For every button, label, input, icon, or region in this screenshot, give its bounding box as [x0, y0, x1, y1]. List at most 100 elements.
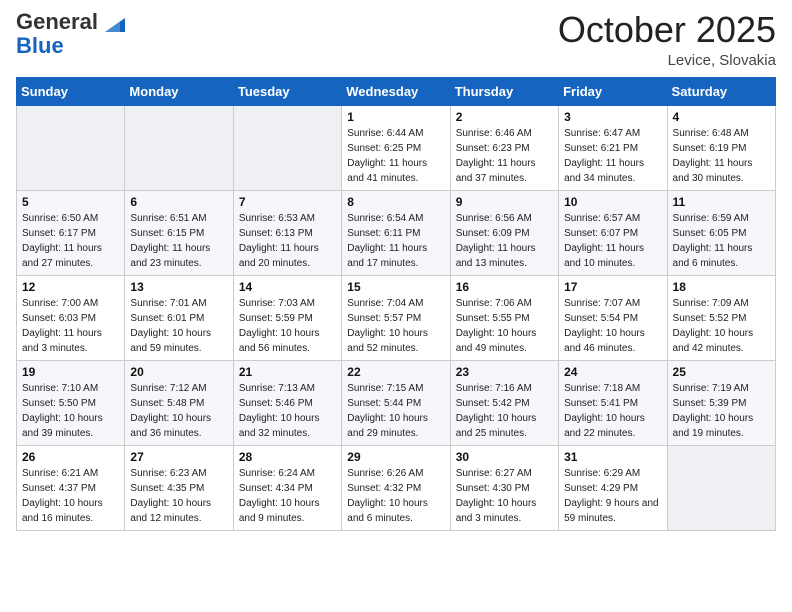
day-number: 27: [130, 450, 227, 464]
day-info: Sunrise: 6:23 AMSunset: 4:35 PMDaylight:…: [130, 466, 227, 526]
calendar-day-cell: 10 Sunrise: 6:57 AMSunset: 6:07 PMDayligh…: [559, 190, 667, 275]
day-number: 5: [22, 195, 119, 209]
calendar-day-cell: 1Sunrise: 6:44 AMSunset: 6:25 PMDaylight…: [342, 105, 450, 190]
calendar-day-cell: 30Sunrise: 6:27 AMSunset: 4:30 PMDayligh…: [450, 445, 558, 530]
page: General Blue October 2025 Levice, Slovak…: [0, 0, 792, 547]
day-number: 29: [347, 450, 444, 464]
day-number: 19: [22, 365, 119, 379]
day-info: Sunrise: 7:01 AMSunset: 6:01 PMDaylight:…: [130, 296, 227, 356]
calendar-day-cell: 4 Sunrise: 6:48 AMSunset: 6:19 PMDaylight…: [667, 105, 775, 190]
day-number: 30: [456, 450, 553, 464]
day-info: Sunrise: 6:53 AMSunset: 6:13 PMDaylight:…: [239, 211, 336, 271]
calendar-day-cell: 7 Sunrise: 6:53 AMSunset: 6:13 PMDaylight…: [233, 190, 341, 275]
calendar-day-cell: 5 Sunrise: 6:50 AMSunset: 6:17 PMDaylight…: [17, 190, 125, 275]
day-info: Sunrise: 6:48 AMSunset: 6:19 PMDaylight:…: [673, 126, 770, 186]
calendar-day-cell: 13 Sunrise: 7:01 AMSunset: 6:01 PMDayligh…: [125, 275, 233, 360]
calendar-day-cell: 18 Sunrise: 7:09 AMSunset: 5:52 PMDayligh…: [667, 275, 775, 360]
calendar-day-cell: 25 Sunrise: 7:19 AMSunset: 5:39 PMDayligh…: [667, 360, 775, 445]
day-number: 16: [456, 280, 553, 294]
day-number: 3: [564, 110, 661, 124]
day-info: Sunrise: 7:09 AMSunset: 5:52 PMDaylight:…: [673, 296, 770, 356]
calendar-day-cell: [125, 105, 233, 190]
day-info: Sunrise: 6:56 AMSunset: 6:09 PMDaylight:…: [456, 211, 553, 271]
calendar-body: 1Sunrise: 6:44 AMSunset: 6:25 PMDaylight…: [17, 105, 776, 530]
day-number: 1: [347, 110, 444, 124]
weekday-header: Saturday: [667, 77, 775, 105]
day-info: Sunrise: 7:16 AMSunset: 5:42 PMDaylight:…: [456, 381, 553, 441]
day-number: 14: [239, 280, 336, 294]
calendar-day-cell: [667, 445, 775, 530]
location: Levice, Slovakia: [558, 52, 776, 69]
day-number: 4: [673, 110, 770, 124]
month-title: October 2025: [558, 10, 776, 50]
calendar-day-cell: [17, 105, 125, 190]
day-number: 25: [673, 365, 770, 379]
calendar-day-cell: 22Sunrise: 7:15 AMSunset: 5:44 PMDayligh…: [342, 360, 450, 445]
calendar-day-cell: 9 Sunrise: 6:56 AMSunset: 6:09 PMDaylight…: [450, 190, 558, 275]
calendar-day-cell: 20Sunrise: 7:12 AMSunset: 5:48 PMDayligh…: [125, 360, 233, 445]
day-info: Sunrise: 6:59 AMSunset: 6:05 PMDaylight:…: [673, 211, 770, 271]
day-info: Sunrise: 6:24 AMSunset: 4:34 PMDaylight:…: [239, 466, 336, 526]
calendar-day-cell: 28 Sunrise: 6:24 AMSunset: 4:34 PMDayligh…: [233, 445, 341, 530]
calendar-day-cell: 26 Sunrise: 6:21 AMSunset: 4:37 PMDayligh…: [17, 445, 125, 530]
day-info: Sunrise: 6:51 AMSunset: 6:15 PMDaylight:…: [130, 211, 227, 271]
header: General Blue October 2025 Levice, Slovak…: [16, 10, 776, 69]
day-number: 28: [239, 450, 336, 464]
day-info: Sunrise: 7:13 AMSunset: 5:46 PMDaylight:…: [239, 381, 336, 441]
day-number: 7: [239, 195, 336, 209]
day-number: 15: [347, 280, 444, 294]
logo: General Blue: [16, 10, 130, 58]
day-number: 31: [564, 450, 661, 464]
day-number: 24: [564, 365, 661, 379]
day-info: Sunrise: 7:10 AMSunset: 5:50 PMDaylight:…: [22, 381, 119, 441]
day-number: 26: [22, 450, 119, 464]
calendar-day-cell: 24 Sunrise: 7:18 AMSunset: 5:41 PMDayligh…: [559, 360, 667, 445]
weekday-header: Thursday: [450, 77, 558, 105]
calendar-week-row: 26 Sunrise: 6:21 AMSunset: 4:37 PMDayligh…: [17, 445, 776, 530]
weekday-header: Monday: [125, 77, 233, 105]
day-number: 18: [673, 280, 770, 294]
day-number: 2: [456, 110, 553, 124]
day-number: 23: [456, 365, 553, 379]
day-number: 13: [130, 280, 227, 294]
calendar-day-cell: 29Sunrise: 6:26 AMSunset: 4:32 PMDayligh…: [342, 445, 450, 530]
weekday-header: Friday: [559, 77, 667, 105]
weekday-row: SundayMondayTuesdayWednesdayThursdayFrid…: [17, 77, 776, 105]
weekday-header: Tuesday: [233, 77, 341, 105]
weekday-header: Sunday: [17, 77, 125, 105]
calendar-week-row: 12Sunrise: 7:00 AMSunset: 6:03 PMDayligh…: [17, 275, 776, 360]
day-info: Sunrise: 6:57 AMSunset: 6:07 PMDaylight:…: [564, 211, 661, 271]
calendar-day-cell: 14 Sunrise: 7:03 AMSunset: 5:59 PMDayligh…: [233, 275, 341, 360]
day-info: Sunrise: 6:50 AMSunset: 6:17 PMDaylight:…: [22, 211, 119, 271]
calendar-day-cell: 6 Sunrise: 6:51 AMSunset: 6:15 PMDaylight…: [125, 190, 233, 275]
title-block: October 2025 Levice, Slovakia: [558, 10, 776, 69]
day-number: 12: [22, 280, 119, 294]
day-info: Sunrise: 6:47 AMSunset: 6:21 PMDaylight:…: [564, 126, 661, 186]
day-info: Sunrise: 7:19 AMSunset: 5:39 PMDaylight:…: [673, 381, 770, 441]
day-number: 10: [564, 195, 661, 209]
day-info: Sunrise: 7:03 AMSunset: 5:59 PMDaylight:…: [239, 296, 336, 356]
day-number: 22: [347, 365, 444, 379]
calendar-day-cell: 16 Sunrise: 7:06 AMSunset: 5:55 PMDayligh…: [450, 275, 558, 360]
calendar-week-row: 1Sunrise: 6:44 AMSunset: 6:25 PMDaylight…: [17, 105, 776, 190]
calendar-day-cell: 11 Sunrise: 6:59 AMSunset: 6:05 PMDayligh…: [667, 190, 775, 275]
calendar-day-cell: [233, 105, 341, 190]
calendar-day-cell: 21Sunrise: 7:13 AMSunset: 5:46 PMDayligh…: [233, 360, 341, 445]
calendar-day-cell: 12Sunrise: 7:00 AMSunset: 6:03 PMDayligh…: [17, 275, 125, 360]
day-info: Sunrise: 7:12 AMSunset: 5:48 PMDaylight:…: [130, 381, 227, 441]
day-number: 11: [673, 195, 770, 209]
day-info: Sunrise: 7:06 AMSunset: 5:55 PMDaylight:…: [456, 296, 553, 356]
day-info: Sunrise: 7:07 AMSunset: 5:54 PMDaylight:…: [564, 296, 661, 356]
calendar-table: SundayMondayTuesdayWednesdayThursdayFrid…: [16, 77, 776, 531]
calendar-week-row: 19 Sunrise: 7:10 AMSunset: 5:50 PMDayligh…: [17, 360, 776, 445]
calendar-day-cell: 31 Sunrise: 6:29 AMSunset: 4:29 PMDayligh…: [559, 445, 667, 530]
day-info: Sunrise: 7:04 AMSunset: 5:57 PMDaylight:…: [347, 296, 444, 356]
day-info: Sunrise: 7:18 AMSunset: 5:41 PMDaylight:…: [564, 381, 661, 441]
day-number: 9: [456, 195, 553, 209]
day-number: 6: [130, 195, 227, 209]
weekday-header: Wednesday: [342, 77, 450, 105]
calendar-day-cell: 19 Sunrise: 7:10 AMSunset: 5:50 PMDayligh…: [17, 360, 125, 445]
day-info: Sunrise: 6:21 AMSunset: 4:37 PMDaylight:…: [22, 466, 119, 526]
day-info: Sunrise: 6:29 AMSunset: 4:29 PMDaylight:…: [564, 466, 661, 526]
calendar-day-cell: 2Sunrise: 6:46 AMSunset: 6:23 PMDaylight…: [450, 105, 558, 190]
